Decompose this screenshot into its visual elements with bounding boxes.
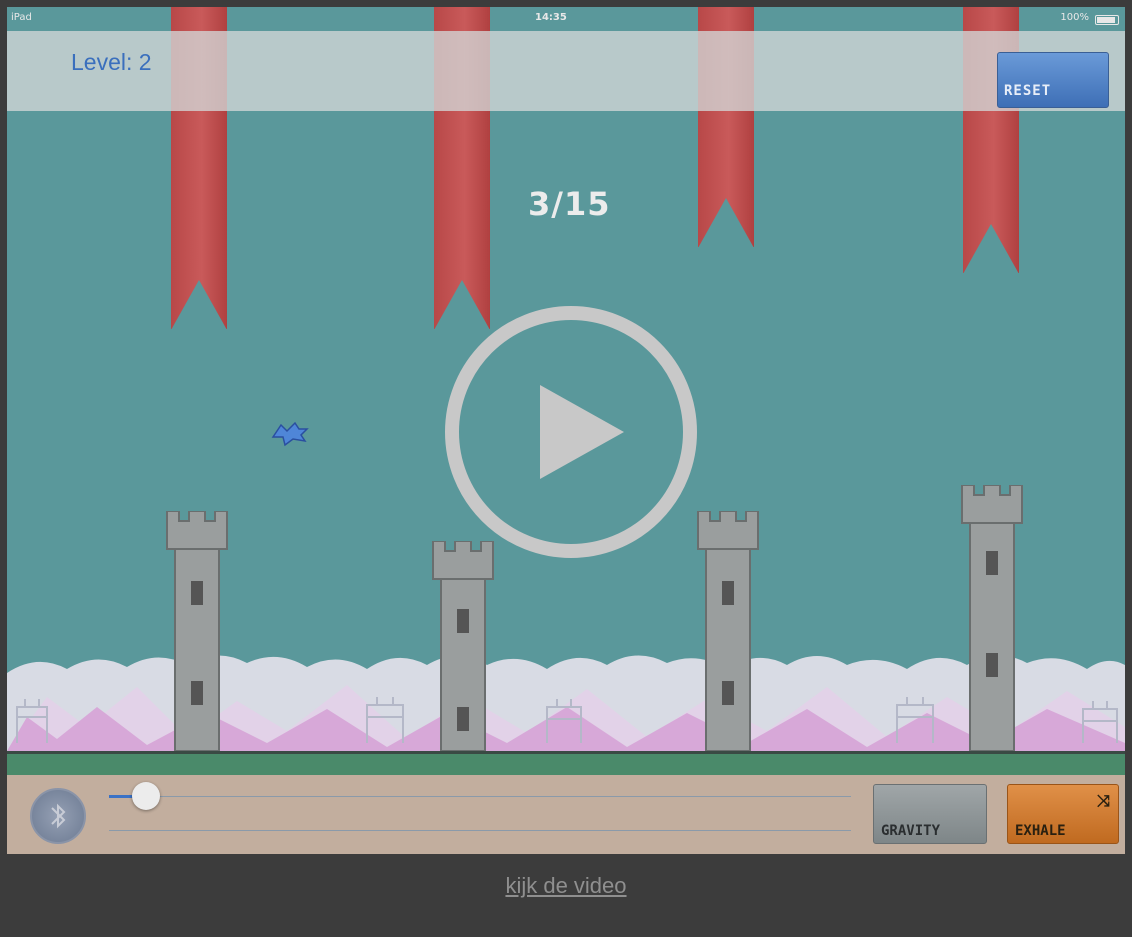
exhale-label: EXHALE	[1015, 823, 1066, 839]
ground-strip	[7, 751, 1125, 778]
status-bar: iPad 14:35 100%	[7, 7, 1125, 31]
device-label: iPad	[11, 12, 32, 23]
battery-icon	[1095, 15, 1119, 25]
bluetooth-icon	[51, 803, 66, 829]
top-bar	[7, 31, 1125, 111]
tower-obstacle	[432, 541, 494, 751]
play-button-icon[interactable]	[444, 305, 698, 559]
slider-track[interactable]	[109, 796, 851, 797]
tower-obstacle	[697, 511, 759, 751]
score-counter: 3/15	[528, 185, 611, 223]
player-dragon-icon	[271, 421, 309, 447]
gravity-button[interactable]: GRAVITY	[873, 784, 987, 844]
watch-video-link[interactable]: kijk de video	[0, 873, 1132, 899]
shuffle-icon: ⤨	[1097, 791, 1110, 810]
reset-button[interactable]: RESET	[997, 52, 1109, 108]
exhale-button[interactable]: ⤨ EXHALE	[1007, 784, 1119, 844]
status-time: 14:35	[535, 12, 567, 23]
slider-baseline	[109, 830, 851, 831]
battery-percent: 100%	[1060, 12, 1089, 23]
gravity-label: GRAVITY	[881, 823, 941, 839]
bluetooth-button[interactable]	[30, 788, 86, 844]
game-screen[interactable]: iPad 14:35 100% Level: 2 RESET 3/15 GRAV…	[7, 7, 1125, 854]
tower-obstacle	[961, 485, 1023, 751]
slider-thumb[interactable]	[132, 782, 161, 810]
tower-obstacle	[166, 511, 228, 751]
level-label: Level: 2	[71, 49, 152, 75]
